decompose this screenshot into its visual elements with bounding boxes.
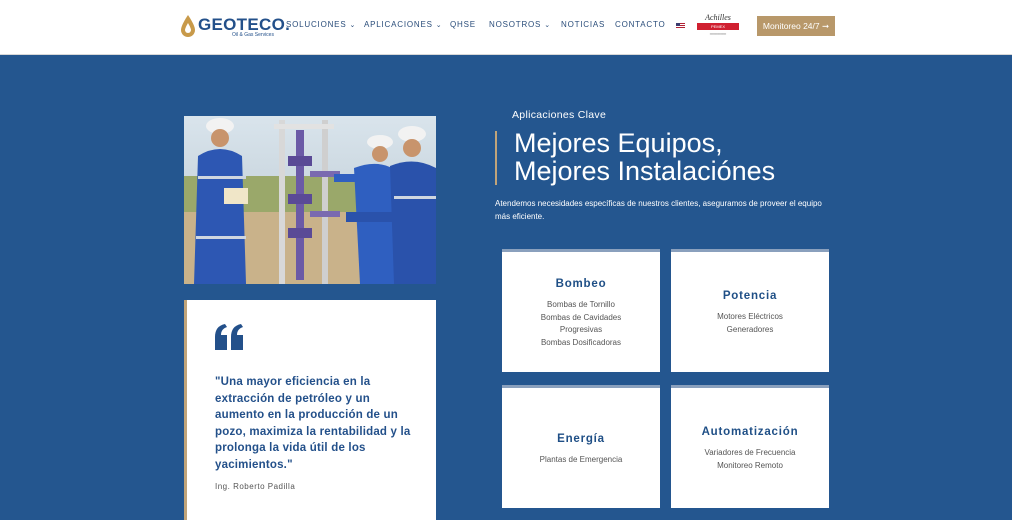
- nav-item-noticias[interactable]: NOTICIAS: [561, 20, 605, 29]
- chevron-down-icon: ⌄: [435, 22, 443, 29]
- section-eyebrow: Aplicaciones Clave: [512, 109, 607, 121]
- nav-item-aplicaciones[interactable]: APLICACIONES ⌄: [364, 20, 442, 29]
- card-item: Plantas de Emergencia: [539, 455, 623, 464]
- quote-author: Ing. Roberto Padilla: [215, 482, 296, 491]
- testimonial-card: "Una mayor eficiencia en la extracción d…: [184, 300, 436, 520]
- card-item: Bombas de Cavidades: [540, 312, 622, 322]
- site-header: GEOTECO. Oil & Gas Services SOLUCIONES ⌄ …: [0, 0, 1012, 55]
- cert-logo-bar: PEMEX: [697, 23, 739, 30]
- card-title: Energía: [557, 433, 605, 445]
- nav-label: QHSE: [450, 20, 476, 29]
- card-title: Potencia: [722, 290, 778, 302]
- geoteco-logo-icon: [181, 15, 195, 37]
- service-card-energia[interactable]: Energía Plantas de Emergencia: [502, 385, 660, 508]
- nav-item-contacto[interactable]: CONTACTO: [615, 20, 666, 29]
- geoteco-logo[interactable]: GEOTECO. Oil & Gas Services: [180, 14, 290, 40]
- card-title: Bombeo: [555, 278, 607, 290]
- workers-photo: [184, 116, 436, 284]
- monitoreo-button[interactable]: Monitoreo 24/7 ➞: [757, 16, 835, 36]
- card-item: Motores Eléctricos: [717, 312, 783, 321]
- cert-logo-underline: ━━━━━━━━━: [709, 32, 727, 36]
- headline-accent-bar: [495, 131, 497, 185]
- service-card-potencia[interactable]: Potencia Motores Eléctricos Generadores: [671, 249, 829, 372]
- quote-icon: [215, 324, 243, 350]
- achilles-cert-logo: Achilles PEMEX ━━━━━━━━━: [697, 13, 739, 39]
- quote-text: "Una mayor eficiencia en la extracción d…: [215, 376, 411, 471]
- card-item: Generadores: [726, 324, 774, 334]
- logo-subtitle: Oil & Gas Services: [232, 32, 274, 38]
- chevron-down-icon: ⌄: [349, 22, 357, 29]
- headline-line-2: Mejores Instalaciónes: [514, 156, 776, 186]
- chevron-down-icon: ⌄: [544, 22, 551, 29]
- service-card-bombeo[interactable]: Bombeo Bombas de Tornillo Bombas de Cavi…: [502, 249, 660, 372]
- nav-label: CONTACTO: [615, 20, 666, 29]
- card-item: Monitoreo Remoto: [717, 460, 783, 470]
- card-item: Bombas Dosificadoras: [540, 337, 622, 347]
- card-title: Automatización: [701, 426, 799, 438]
- nav-label: NOSOTROS: [489, 20, 542, 29]
- headline-line-1: Mejores Equipos,: [514, 128, 723, 158]
- section-intro: Atendemos necesidades específicas de nue…: [495, 199, 822, 221]
- nav-label: SOLUCIONES: [286, 20, 347, 29]
- nav-item-nosotros[interactable]: NOSOTROS ⌄: [489, 20, 551, 29]
- nav-item-qhse[interactable]: QHSE: [450, 20, 476, 29]
- usa-flag-icon[interactable]: [676, 23, 685, 29]
- card-item: Progresivas: [559, 325, 603, 334]
- nav-label: NOTICIAS: [561, 20, 606, 29]
- section-headline: Mejores Equipos, Mejores Instalaciónes: [514, 129, 775, 185]
- card-item: Bombas de Tornillo: [547, 300, 615, 309]
- card-item: Variadores de Frecuencia: [704, 448, 796, 457]
- nav-item-soluciones[interactable]: SOLUCIONES ⌄: [286, 20, 356, 29]
- nav-label: APLICACIONES: [364, 20, 433, 29]
- cert-logo-title: Achilles: [705, 13, 731, 22]
- service-card-automatizacion[interactable]: Automatización Variadores de Frecuencia …: [671, 385, 829, 508]
